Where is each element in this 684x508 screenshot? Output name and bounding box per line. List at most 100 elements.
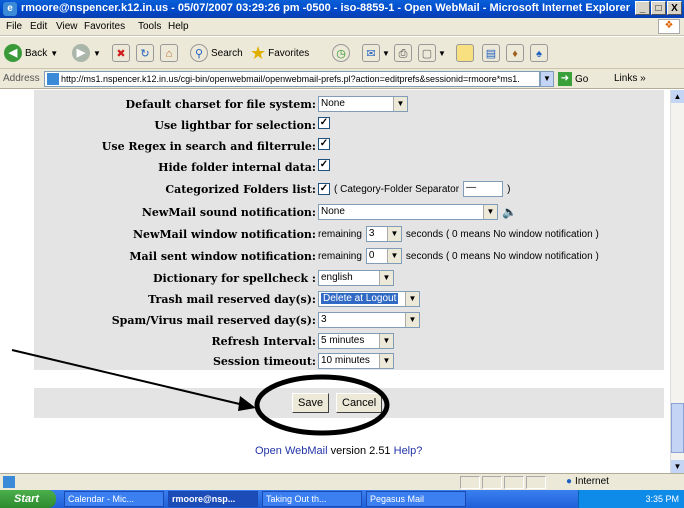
pref-label: Refresh Interval: (211, 335, 316, 348)
dictionary-select[interactable]: english ▼ (318, 270, 394, 286)
menu-help[interactable]: Help (168, 21, 189, 32)
forward-button[interactable]: ▶ ▼ (72, 42, 101, 64)
pref-label: Default charset for file system: (125, 98, 316, 111)
folder-button[interactable] (456, 42, 474, 64)
security-zone: ● Internet (566, 476, 609, 487)
history-button[interactable]: ◷ (332, 42, 350, 64)
page-content: Default charset for file system: None ▼ U… (0, 90, 670, 473)
status-segment (482, 476, 502, 489)
search-icon: ⚲ (190, 44, 208, 62)
pref-label: Hide folder internal data: (158, 161, 316, 174)
pref-row-categorized: Categorized Folders list: ✓ ( Category-F… (34, 179, 664, 199)
favorites-button[interactable]: ★ Favorites (250, 42, 309, 64)
remaining-label: remaining (318, 250, 362, 262)
session-timeout-select[interactable]: 10 minutes ▼ (318, 353, 394, 369)
pref-row-regex: Use Regex in search and filterrule: ✓ (34, 136, 664, 156)
address-label: Address (3, 73, 40, 84)
pref-row-refresh: Refresh Interval: 5 minutes ▼ (34, 331, 664, 351)
address-input[interactable]: http://ms1.nspencer.k12.in.us/cgi-bin/op… (44, 71, 540, 87)
minimize-button[interactable]: _ (635, 1, 650, 15)
refresh-icon: ↻ (136, 44, 154, 62)
status-segment (504, 476, 524, 489)
people-button[interactable]: ♠ (530, 42, 548, 64)
chevron-down-icon: ▼ (393, 97, 407, 111)
sent-seconds-select[interactable]: 0 ▼ (365, 248, 402, 264)
pref-row-spam: Spam/Virus mail reserved day(s): 3 ▼ (34, 310, 664, 330)
window-titlebar: e rmoore@nspencer.k12.in.us - 05/07/2007… (0, 0, 684, 18)
edit-icon: ▢ (418, 44, 436, 62)
windows-logo-icon: ❖ (658, 19, 680, 34)
categorized-checkbox[interactable]: ✓ (318, 183, 330, 195)
back-button[interactable]: ◀ Back ▼ (4, 42, 58, 64)
chevron-down-icon: ▼ (379, 271, 393, 285)
system-tray: 3:35 PM (578, 490, 684, 508)
pref-row-session: Session timeout: 10 minutes ▼ (34, 351, 664, 371)
menu-view[interactable]: View (56, 21, 78, 32)
search-button[interactable]: ⚲ Search (190, 42, 243, 64)
spam-select[interactable]: 3 ▼ (318, 312, 420, 328)
remaining-label: remaining (318, 228, 362, 240)
vertical-scrollbar[interactable]: ▲ ▼ (670, 90, 684, 473)
chevron-down-icon: ▼ (382, 48, 390, 58)
messenger-button[interactable]: ♦ (506, 42, 524, 64)
go-button[interactable]: ➜ Go (558, 72, 588, 86)
task-webmail[interactable]: rmoore@nsp... (168, 491, 258, 507)
save-button[interactable]: Save (292, 393, 330, 413)
close-button[interactable]: X (667, 1, 682, 15)
edit-button[interactable]: ▢ ▼ (418, 42, 446, 64)
scroll-up-button[interactable]: ▲ (671, 90, 684, 103)
task-pegasus[interactable]: Pegasus Mail (366, 491, 466, 507)
clock: 3:35 PM (645, 494, 679, 504)
star-icon: ★ (250, 42, 267, 63)
pref-label: Use lightbar for selection: (154, 119, 316, 132)
separator-input[interactable]: — (463, 181, 504, 197)
scroll-thumb[interactable] (671, 403, 684, 453)
start-button[interactable]: Start (0, 490, 56, 508)
menu-file[interactable]: File (6, 21, 22, 32)
print-button[interactable]: ⎙ (394, 42, 412, 64)
maximize-button[interactable]: □ (651, 1, 666, 15)
newmail-seconds-select[interactable]: 3 ▼ (365, 226, 402, 242)
refresh-interval-select[interactable]: 5 minutes ▼ (318, 333, 394, 349)
back-arrow-icon: ◀ (4, 44, 22, 62)
hide-folder-checkbox[interactable]: ✓ (318, 159, 330, 171)
address-dropdown-button[interactable]: ▼ (540, 71, 554, 87)
help-link[interactable]: Help? (394, 445, 423, 457)
stop-button[interactable]: ✖ (112, 42, 130, 64)
menu-edit[interactable]: Edit (30, 21, 47, 32)
scroll-down-button[interactable]: ▼ (671, 460, 684, 473)
address-url: http://ms1.nspencer.k12.in.us/cgi-bin/op… (61, 74, 520, 84)
research-button[interactable]: ▤ (482, 42, 500, 64)
menu-tools[interactable]: Tools (138, 21, 161, 32)
sound-select[interactable]: None ▼ (318, 204, 498, 220)
messenger-icon: ♦ (506, 44, 524, 62)
trash-select[interactable]: Delete at Logout ▼ (318, 291, 420, 307)
refresh-button[interactable]: ↻ (136, 42, 154, 64)
back-label: Back (25, 47, 48, 59)
search-label: Search (211, 47, 243, 59)
chevron-down-icon: ▼ (50, 48, 59, 58)
pref-row-hide-folder: Hide folder internal data: ✓ (34, 157, 664, 177)
mail-button[interactable]: ✉ ▼ (362, 42, 390, 64)
home-button[interactable]: ⌂ (160, 42, 178, 64)
chevron-down-icon: ▼ (379, 334, 393, 348)
speaker-icon[interactable]: 🔈 (502, 205, 517, 219)
menu-favorites[interactable]: Favorites (84, 21, 125, 32)
regex-checkbox[interactable]: ✓ (318, 138, 330, 150)
taskbar: Start Calendar - Mic... rmoore@nsp... Ta… (0, 490, 684, 508)
ie-icon: e (3, 2, 17, 16)
lightbar-checkbox[interactable]: ✓ (318, 117, 330, 129)
window-title: rmoore@nspencer.k12.in.us - 05/07/2007 0… (21, 2, 631, 14)
cancel-button[interactable]: Cancel (336, 393, 383, 413)
charset-select[interactable]: None ▼ (318, 96, 408, 112)
links-button[interactable]: Links » (614, 73, 646, 84)
globe-icon: ● (566, 476, 573, 487)
separator-close: ) (507, 183, 511, 195)
task-taking-out[interactable]: Taking Out th... (262, 491, 362, 507)
research-icon: ▤ (482, 44, 500, 62)
pref-row-sound: NewMail sound notification: None ▼ 🔈 (34, 202, 664, 222)
home-icon: ⌂ (160, 44, 178, 62)
openwebmail-link[interactable]: Open WebMail (255, 445, 328, 457)
address-bar: Address http://ms1.nspencer.k12.in.us/cg… (0, 69, 684, 89)
task-calendar[interactable]: Calendar - Mic... (64, 491, 164, 507)
